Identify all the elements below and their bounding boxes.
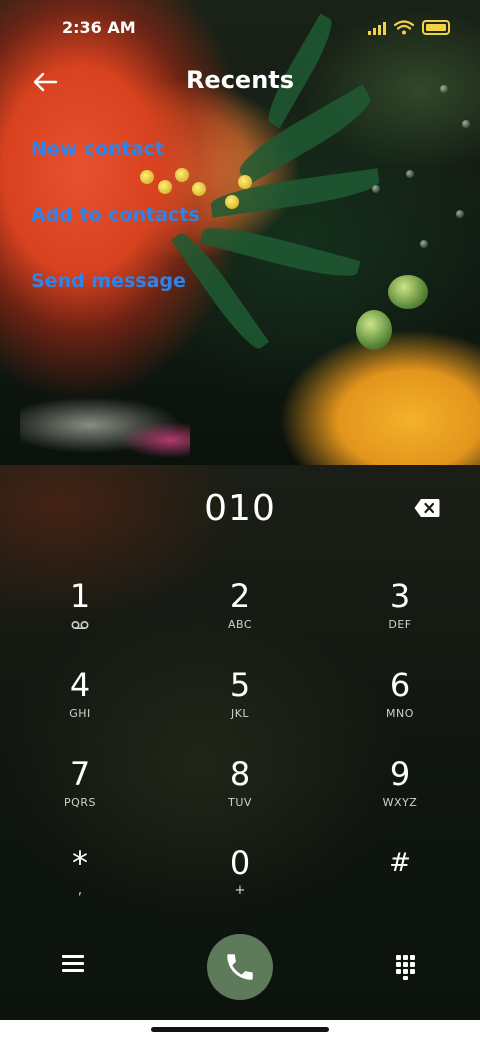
menu-button[interactable] (62, 955, 84, 975)
dial-key-digit: 0 (229, 844, 251, 882)
backspace-icon (414, 499, 440, 517)
dial-key-digit: 8 (229, 755, 251, 793)
dial-key-letters: JKL (230, 707, 250, 720)
dial-key-9[interactable]: 9 WXYZ (340, 756, 460, 836)
wallpaper-drop (372, 185, 380, 193)
dial-key-digit: 3 (389, 577, 411, 615)
menu-icon (62, 955, 84, 972)
dial-key-digit: * (72, 844, 88, 882)
wallpaper-hummingbird (20, 380, 190, 465)
add-to-contacts-link[interactable]: Add to contacts (31, 204, 200, 226)
phone-icon (227, 954, 253, 980)
dial-key-letters: MNO (386, 707, 414, 720)
wallpaper-drop (456, 210, 464, 218)
dialpad-toggle-button[interactable] (396, 955, 418, 980)
wallpaper-drop (420, 240, 428, 248)
dial-key-digit: 4 (69, 666, 91, 704)
wallpaper-pollen (238, 175, 252, 189)
dial-key-1[interactable]: 1 (20, 578, 140, 658)
status-time: 2:36 AM (62, 18, 136, 37)
dial-key-letters: TUV (228, 796, 252, 809)
wallpaper-drop (406, 170, 414, 178)
dial-key-4[interactable]: 4 GHI (20, 667, 140, 747)
dial-key-digit: # (389, 848, 411, 878)
dial-key-digit: 6 (389, 666, 411, 704)
wallpaper-pollen (140, 170, 154, 184)
dial-key-digit: 7 (69, 755, 91, 793)
wallpaper-pollen (175, 168, 189, 182)
battery-icon (422, 20, 450, 35)
dial-key-digit: 2 (229, 577, 251, 615)
dial-key-digit: 1 (69, 577, 91, 615)
dial-key-hash[interactable]: # (340, 845, 460, 925)
dial-key-symbol: , (77, 883, 83, 898)
dial-key-letters: GHI (69, 707, 91, 720)
dial-key-3[interactable]: 3 DEF (340, 578, 460, 658)
voicemail-icon (71, 620, 89, 630)
wallpaper-pollen (192, 182, 206, 196)
dial-key-8[interactable]: 8 TUV (180, 756, 300, 836)
signal-icon (368, 21, 386, 35)
dial-key-7[interactable]: 7 PQRS (20, 756, 140, 836)
dial-key-0[interactable]: 0 + (180, 845, 300, 925)
wallpaper-pollen (225, 195, 239, 209)
dial-key-letters: DEF (388, 618, 412, 631)
new-contact-link[interactable]: New contact (31, 138, 164, 160)
backspace-button[interactable] (414, 498, 440, 518)
dial-key-letters: ABC (227, 618, 253, 631)
home-indicator[interactable] (151, 1027, 329, 1032)
dialed-number[interactable]: 010 (0, 488, 480, 529)
dial-key-2[interactable]: 2 ABC (180, 578, 300, 658)
dial-key-star[interactable]: * , (20, 845, 140, 925)
dial-key-digit: 5 (229, 666, 251, 704)
dial-key-5[interactable]: 5 JKL (180, 667, 300, 747)
wifi-icon (394, 20, 414, 35)
dial-key-letters: WXYZ (382, 796, 418, 809)
send-message-link[interactable]: Send message (31, 270, 186, 292)
dial-key-letters: PQRS (64, 796, 96, 809)
status-icons (368, 20, 450, 35)
wallpaper-drop (462, 120, 470, 128)
status-bar: 2:36 AM (0, 0, 480, 56)
page-title: Recents (185, 66, 295, 94)
wallpaper-bud (388, 275, 428, 309)
wallpaper-pollen (158, 180, 172, 194)
dial-key-6[interactable]: 6 MNO (340, 667, 460, 747)
wallpaper-bud (356, 310, 392, 350)
wallpaper-leaf (209, 168, 381, 218)
call-button[interactable] (207, 934, 273, 1000)
wallpaper-leaf (199, 219, 361, 285)
dial-key-symbol: + (234, 883, 246, 898)
dial-key-digit: 9 (389, 755, 411, 793)
